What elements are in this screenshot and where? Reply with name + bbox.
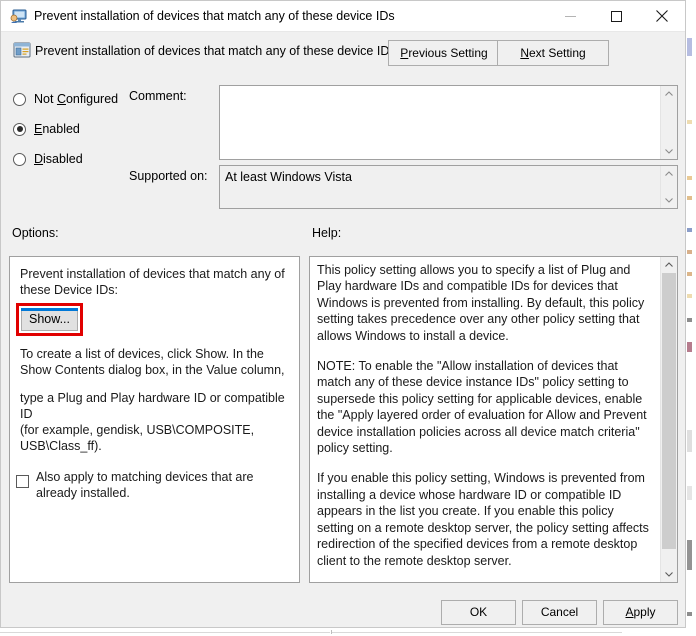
radio-not-configured-indicator[interactable] — [13, 92, 26, 106]
show-button-wrap: Show... — [21, 308, 78, 331]
window-controls — [547, 1, 685, 31]
help-paragraph-2: NOTE: To enable the "Allow installation … — [317, 359, 647, 456]
help-scroll-up-icon[interactable] — [661, 257, 677, 272]
help-panel: This policy setting allows you to specif… — [309, 256, 678, 583]
radio-enabled[interactable]: Enabled — [13, 120, 80, 138]
apply-mnemonic: A — [625, 605, 634, 619]
supported-on-scrollbar[interactable] — [660, 166, 677, 208]
radio-not-configured-label: Not Configured — [34, 92, 119, 106]
minimize-button[interactable] — [547, 1, 593, 31]
screen: Prevent installation of devices that mat… — [0, 0, 696, 636]
options-paragraph-2: type a Plug and Play hardware ID or comp… — [20, 391, 285, 421]
radio-enabled-label: Enabled — [34, 122, 80, 136]
group-policy-setting-icon — [13, 41, 31, 59]
options-panel: Prevent installation of devices that mat… — [9, 256, 300, 583]
next-setting-mnemonic: N — [520, 46, 529, 60]
policy-setting-dialog: Prevent installation of devices that mat… — [0, 0, 686, 628]
options-paragraph-3: (for example, gendisk, USB\COMPOSITE, US… — [20, 423, 255, 453]
apply-button[interactable]: Apply — [603, 600, 678, 625]
background-window-sliver — [686, 0, 696, 636]
radio-enabled-indicator[interactable] — [13, 122, 26, 136]
policy-monitor-icon — [10, 8, 27, 25]
also-apply-checkbox-row[interactable]: Also apply to matching devices that are … — [16, 469, 291, 501]
supported-on-label: Supported on: — [129, 169, 208, 183]
supported-on-scroll-up-icon[interactable] — [661, 166, 677, 181]
options-heading: Prevent installation of devices that mat… — [20, 267, 285, 297]
radio-not-configured[interactable]: Not Configured — [13, 90, 118, 108]
help-scrollbar[interactable] — [660, 257, 677, 582]
help-paragraph-3: If you enable this policy setting, Windo… — [317, 471, 649, 568]
comment-scrollbar[interactable] — [660, 86, 677, 159]
also-apply-checkbox[interactable] — [16, 475, 29, 488]
help-scroll-thumb[interactable] — [662, 273, 676, 549]
setting-header: Prevent installation of devices that mat… — [1, 32, 685, 76]
title-bar: Prevent installation of devices that mat… — [1, 1, 685, 32]
help-label: Help: — [312, 226, 342, 240]
comment-scroll-up-icon[interactable] — [661, 86, 677, 101]
also-apply-checkbox-label: Also apply to matching devices that are … — [36, 470, 254, 500]
supported-on-scroll-down-icon[interactable] — [661, 193, 677, 208]
radio-disabled-indicator[interactable] — [13, 152, 26, 166]
options-label: Options: — [12, 226, 59, 240]
show-button[interactable]: Show... — [21, 308, 78, 331]
previous-setting-button[interactable]: Previous Setting — [388, 40, 500, 66]
radio-disabled-label: Disabled — [34, 152, 83, 166]
supported-on-field: At least Windows Vista — [219, 165, 678, 209]
maximize-button[interactable] — [593, 1, 639, 31]
next-setting-button[interactable]: Next Setting — [497, 40, 609, 66]
close-button[interactable] — [639, 1, 685, 31]
supported-on-value: At least Windows Vista — [225, 170, 352, 184]
setting-name: Prevent installation of devices that mat… — [35, 44, 396, 58]
window-title: Prevent installation of devices that mat… — [34, 9, 395, 23]
ok-button[interactable]: OK — [441, 600, 516, 625]
help-scroll-down-icon[interactable] — [661, 567, 677, 582]
options-paragraph-1: To create a list of devices, click Show.… — [20, 347, 285, 377]
comment-label: Comment: — [129, 89, 187, 103]
help-paragraph-1: This policy setting allows you to specif… — [317, 263, 645, 343]
comment-scroll-down-icon[interactable] — [661, 144, 677, 159]
radio-disabled[interactable]: Disabled — [13, 150, 83, 168]
help-text-body: This policy setting allows you to specif… — [310, 257, 660, 582]
cancel-button[interactable]: Cancel — [522, 600, 597, 625]
comment-field[interactable] — [219, 85, 678, 160]
